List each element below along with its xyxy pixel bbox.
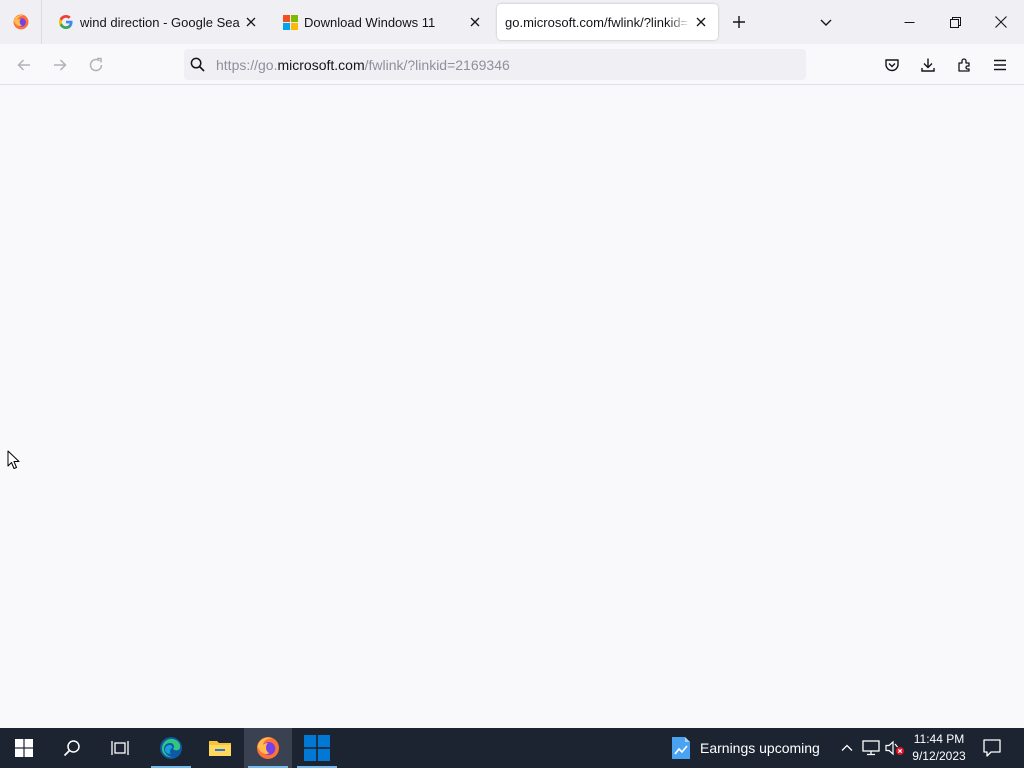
- firefox-icon: [257, 737, 279, 759]
- app-menu-button[interactable]: [987, 52, 1013, 78]
- firefox-view-button[interactable]: [0, 0, 42, 44]
- notification-icon: [983, 739, 1001, 757]
- close-icon: [995, 16, 1007, 28]
- back-icon: [17, 59, 30, 71]
- url-prefix: https://go.: [216, 56, 278, 73]
- clock[interactable]: 11:44 PM 9/12/2023: [906, 728, 972, 768]
- taskbar-search-button[interactable]: [48, 728, 96, 768]
- minimize-button[interactable]: [886, 0, 932, 44]
- navigation-toolbar: https://go.microsoft.com/fwlink/?linkid=…: [0, 44, 1024, 85]
- tab-download-windows[interactable]: Download Windows 11: [268, 4, 492, 40]
- google-g-icon: [58, 14, 74, 30]
- microsoft-logo-icon: [282, 14, 298, 30]
- file-explorer-taskbar-button[interactable]: [196, 728, 244, 768]
- extensions-icon: [958, 58, 970, 72]
- windows-app-taskbar-button[interactable]: [293, 728, 341, 768]
- minimize-icon: [904, 21, 914, 23]
- clock-date: 9/12/2023: [912, 749, 966, 763]
- url-path: /fwlink/?linkid=2169346: [364, 56, 510, 73]
- search-icon: [63, 740, 80, 757]
- tab-strip: wind direction - Google Search Download …: [0, 0, 1024, 44]
- tab-google-search[interactable]: wind direction - Google Search: [44, 4, 268, 40]
- network-tray-button[interactable]: [859, 728, 883, 768]
- reload-button[interactable]: [83, 52, 109, 78]
- extensions-button[interactable]: [951, 52, 977, 78]
- restore-icon: [949, 16, 961, 28]
- pocket-button[interactable]: [879, 52, 905, 78]
- start-icon: [15, 739, 33, 757]
- mouse-cursor-icon: [7, 450, 20, 469]
- tab-close-icon[interactable]: [690, 11, 712, 33]
- downloads-button[interactable]: [915, 52, 941, 78]
- restore-button[interactable]: [932, 0, 978, 44]
- task-view-icon: [111, 741, 129, 755]
- widget-text: Earnings upcoming: [700, 740, 820, 756]
- show-hidden-icons-button[interactable]: [836, 728, 858, 768]
- file-explorer-icon: [209, 741, 231, 756]
- news-widget[interactable]: Earnings upcoming: [670, 728, 820, 768]
- tab-label: Download Windows 11: [304, 14, 436, 30]
- tab-fwlink-active[interactable]: go.microsoft.com/fwlink/?linkid=2169346: [497, 4, 718, 40]
- tab-label: go.microsoft.com/fwlink/?linkid=2169346: [505, 14, 690, 30]
- url-bar[interactable]: https://go.microsoft.com/fwlink/?linkid=…: [184, 49, 806, 80]
- pocket-icon: [885, 59, 899, 72]
- close-window-button[interactable]: [978, 0, 1024, 44]
- url-host: microsoft.com: [277, 56, 365, 73]
- windows-app-icon: [304, 735, 330, 761]
- notifications-button[interactable]: [976, 728, 1008, 768]
- edge-taskbar-button[interactable]: [147, 728, 195, 768]
- forward-button[interactable]: [47, 52, 73, 78]
- chevron-up-icon: [841, 744, 853, 751]
- search-icon: [190, 57, 206, 73]
- tab-close-icon[interactable]: [464, 11, 486, 33]
- plus-icon: [733, 16, 745, 28]
- page-content: [0, 85, 1024, 728]
- url-text[interactable]: https://go.microsoft.com/fwlink/?linkid=…: [216, 57, 510, 73]
- back-button[interactable]: [11, 52, 37, 78]
- volume-muted-icon: [885, 740, 904, 756]
- list-all-tabs-button[interactable]: [814, 10, 838, 34]
- download-icon: [921, 58, 935, 72]
- stock-chart-icon: [672, 737, 690, 759]
- firefox-taskbar-button[interactable]: [244, 728, 292, 768]
- forward-icon: [54, 59, 67, 71]
- firefox-icon: [13, 14, 28, 30]
- menu-icon: [994, 59, 1006, 71]
- chevron-down-icon: [820, 19, 832, 26]
- edge-icon: [160, 737, 182, 759]
- tab-close-icon[interactable]: [240, 11, 262, 33]
- reload-icon: [89, 57, 103, 72]
- task-view-button[interactable]: [96, 728, 144, 768]
- start-button[interactable]: [0, 728, 48, 768]
- volume-tray-button[interactable]: [883, 728, 907, 768]
- tab-label: wind direction - Google Search: [80, 14, 240, 30]
- new-tab-button[interactable]: [727, 10, 751, 34]
- network-icon: [862, 740, 880, 756]
- taskbar: Earnings upcoming 11:44 PM 9/12/2023: [0, 728, 1024, 768]
- clock-time: 11:44 PM: [913, 732, 965, 746]
